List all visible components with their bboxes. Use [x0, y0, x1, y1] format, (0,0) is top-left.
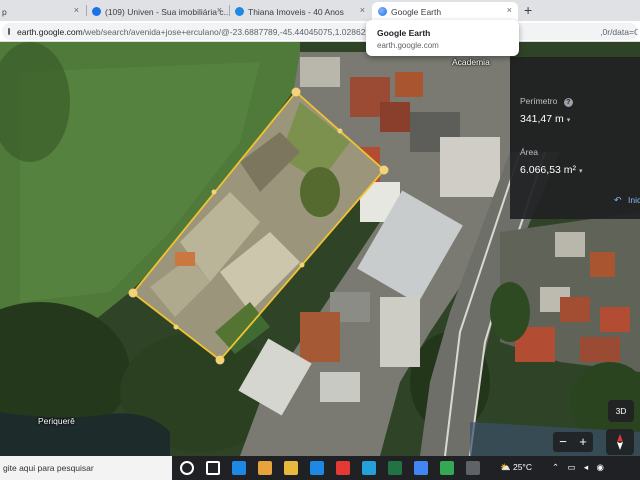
hover-card-url: earth.google.com: [377, 41, 439, 50]
tab-close-icon[interactable]: ×: [360, 5, 365, 15]
tab-0[interactable]: p ×: [0, 2, 85, 21]
edge-legacy-icon[interactable]: [310, 461, 324, 475]
edge-icon[interactable]: [232, 461, 246, 475]
taskbar-search[interactable]: gite aqui para pesquisar: [0, 456, 172, 480]
help-icon[interactable]: ?: [563, 98, 573, 107]
polygon-midpoint: [173, 324, 179, 330]
system-tray[interactable]: ⌃ ▭ ◂ ◉: [552, 462, 607, 473]
undo-icon[interactable]: ↶: [614, 195, 622, 206]
start-icon[interactable]: [180, 461, 194, 475]
measure-panel: Perímetro ? 341,47 m ▾ Área 6.066,53 m² ▾ …: [510, 57, 640, 219]
temperature: 25°C: [512, 462, 532, 472]
mail-icon[interactable]: [362, 461, 376, 475]
perimeter-label-row: Perímetro ?: [520, 96, 573, 107]
polygon-midpoint: [211, 189, 217, 195]
tab-hover-card: Google Earth earth.google.com: [366, 20, 519, 56]
polygon-vertex: [128, 288, 138, 298]
weather-widget[interactable]: ⛅ 25°C: [500, 462, 532, 473]
tab-2[interactable]: Thiana Imoveis - 40 Anos ×: [231, 2, 371, 21]
tab-close-icon[interactable]: ×: [507, 5, 512, 15]
perimeter-value: 341,47 m: [520, 113, 564, 125]
map-label-river: Periquerê: [38, 416, 75, 426]
new-tab-button[interactable]: +: [524, 2, 532, 18]
tab-1[interactable]: (109) Univen - Sua imobiliária c... ×: [88, 2, 228, 21]
new-measure-button[interactable]: Inic: [628, 195, 640, 205]
chrome-icon[interactable]: [336, 461, 350, 475]
chrome-alt-icon[interactable]: [440, 461, 454, 475]
tab-bar: p × (109) Univen - Sua imobiliária c... …: [0, 0, 640, 21]
chevron-down-icon[interactable]: ▾: [579, 168, 583, 175]
search-placeholder: gite aqui para pesquisar: [3, 463, 94, 473]
google-earth-favicon-icon: [378, 7, 387, 16]
url-path: /web/search/avenida+jose+erculano/@-23.6…: [82, 26, 371, 37]
toggle-3d-button[interactable]: 3D: [608, 400, 634, 422]
lock-icon: [8, 28, 10, 35]
taskbar: gite aqui para pesquisar ⛅ 25°C ⌃ ▭ ◂ ◉: [0, 456, 640, 480]
tab-favicon-icon: [92, 7, 101, 16]
tab-close-icon[interactable]: ×: [74, 5, 79, 15]
area-value: 6.066,53 m²: [520, 164, 577, 176]
tab-google-earth[interactable]: Google Earth ×: [372, 2, 518, 21]
file-explorer-icon[interactable]: [284, 461, 298, 475]
zoom-out-button[interactable]: −: [553, 432, 573, 452]
store-icon[interactable]: [258, 461, 272, 475]
zoom-control: − +: [553, 432, 593, 452]
hover-card-title: Google Earth: [377, 28, 431, 38]
tab-title: Google Earth: [391, 6, 442, 17]
excel-icon[interactable]: [388, 461, 402, 475]
polygon-vertex: [291, 87, 301, 97]
map-label-academia: Academia: [452, 57, 490, 67]
area-value-row[interactable]: 6.066,53 m² ▾: [520, 164, 583, 176]
tab-favicon-icon: [235, 7, 244, 16]
perimeter-label: Perímetro: [520, 96, 558, 106]
polygon-vertex: [215, 355, 225, 365]
chevron-down-icon[interactable]: ▾: [567, 117, 571, 124]
polygon-midpoint: [337, 128, 343, 134]
compass-icon[interactable]: [606, 429, 634, 455]
tab-title: Thiana Imoveis - 40 Anos: [248, 6, 344, 17]
url-host: earth.google.com: [17, 26, 83, 37]
weather-icon: ⛅: [500, 462, 511, 472]
area-label: Área: [520, 147, 538, 157]
tab-title: p: [2, 6, 7, 17]
tab-close-icon[interactable]: ×: [217, 5, 222, 15]
address-bar: earth.google.com/web/search/avenida+jose…: [0, 21, 640, 42]
zoom-in-button[interactable]: +: [573, 432, 593, 452]
url-input[interactable]: earth.google.com/web/search/avenida+jose…: [2, 23, 638, 40]
perimeter-value-row[interactable]: 341,47 m ▾: [520, 113, 570, 125]
url-path-tail: ,0r/data=CigiJgokCQexi...: [600, 26, 638, 37]
chrome-profile-icon[interactable]: [414, 461, 428, 475]
polygon-midpoint: [299, 262, 305, 268]
app-icon[interactable]: [466, 461, 480, 475]
task-view-icon[interactable]: [206, 461, 220, 475]
polygon-vertex: [379, 165, 389, 175]
tab-title: (109) Univen - Sua imobiliária c...: [105, 6, 228, 17]
